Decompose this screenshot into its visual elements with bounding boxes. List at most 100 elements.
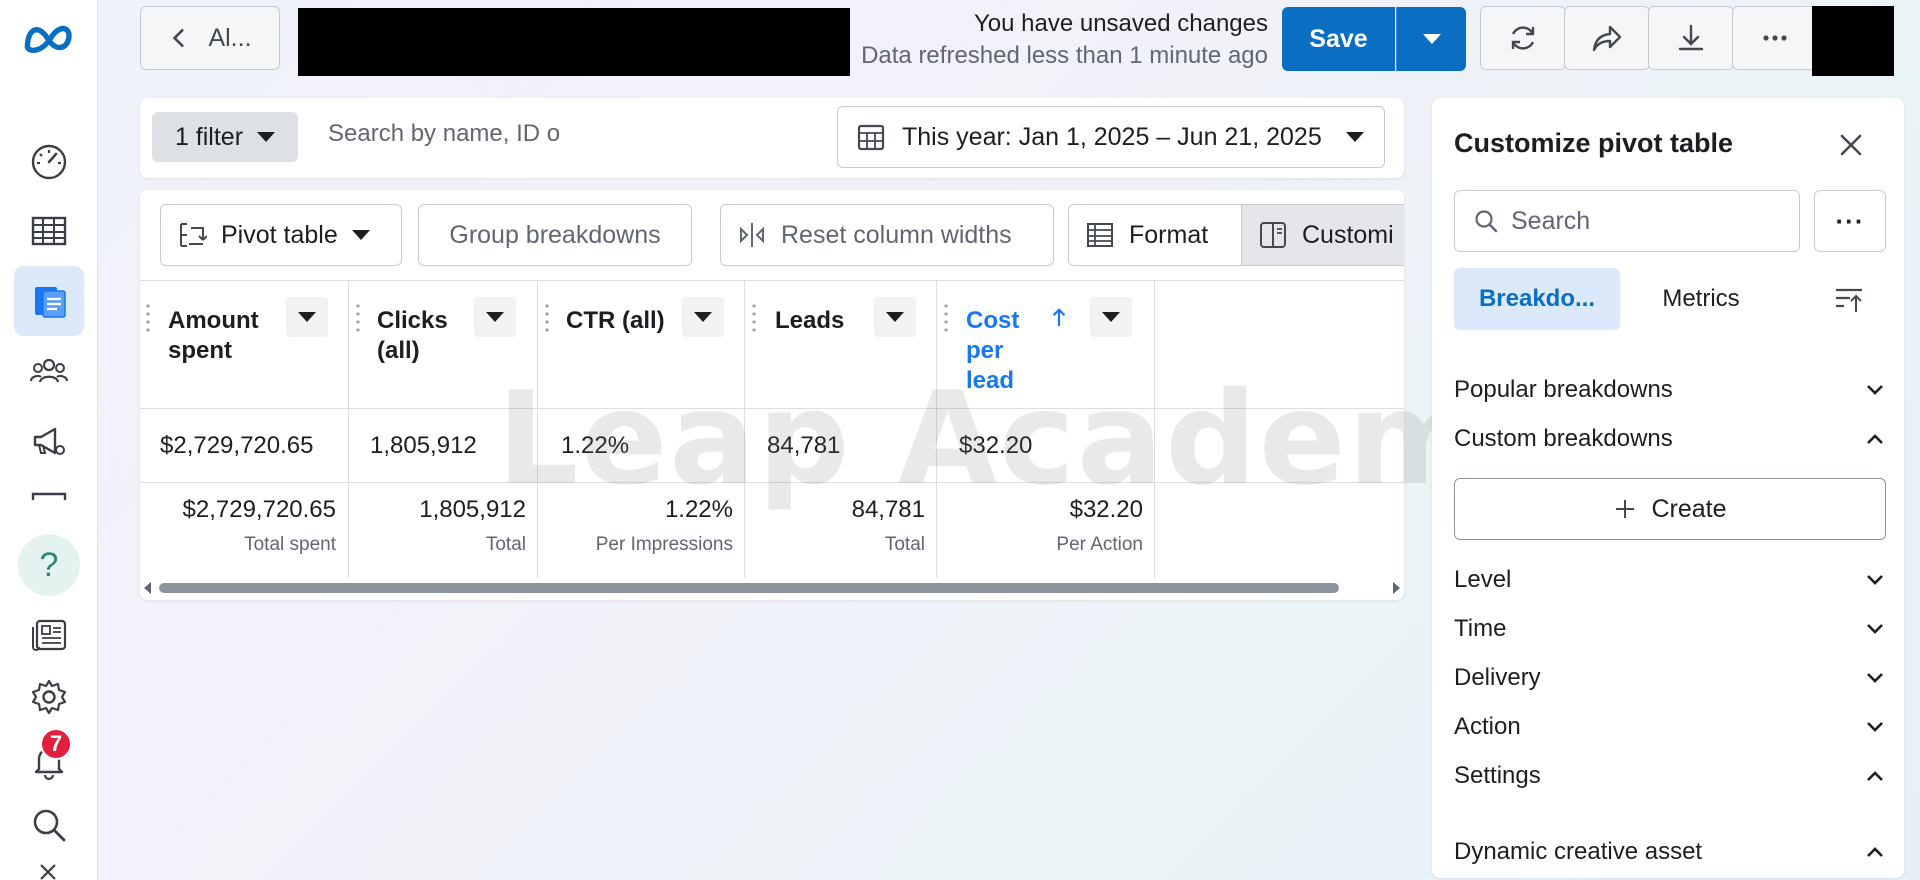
- nav-settings[interactable]: [14, 662, 84, 732]
- nav-search[interactable]: [14, 790, 84, 860]
- collapse-icon[interactable]: [38, 862, 58, 880]
- data-refreshed-text: Data refreshed less than 1 minute ago: [861, 42, 1268, 69]
- drag-handle-icon[interactable]: [545, 302, 549, 336]
- column-header-ctr[interactable]: CTR (all): [566, 306, 686, 336]
- section-delivery[interactable]: Delivery: [1454, 658, 1886, 698]
- section-action[interactable]: Action: [1454, 707, 1886, 747]
- section-time[interactable]: Time: [1454, 609, 1886, 649]
- nav-campaigns[interactable]: [14, 406, 84, 476]
- tab-metrics[interactable]: Metrics: [1632, 268, 1770, 330]
- sort-ascending-icon[interactable]: [1050, 306, 1068, 333]
- total-clicks: 1,805,912: [419, 496, 526, 523]
- chevron-down-icon: [1867, 673, 1883, 683]
- search-input[interactable]: Search by name, ID o: [328, 120, 560, 148]
- section-popular-breakdowns[interactable]: Popular breakdowns: [1454, 370, 1886, 410]
- create-label: Create: [1651, 494, 1727, 523]
- chevron-down-icon: [1867, 385, 1883, 395]
- pivot-icon: [180, 223, 207, 247]
- section-settings[interactable]: Settings: [1454, 756, 1886, 796]
- chevron-down-icon: [1867, 624, 1883, 634]
- reset-column-widths-button[interactable]: Reset column widths: [720, 204, 1054, 266]
- save-options-button[interactable]: [1396, 7, 1466, 71]
- nav-table[interactable]: [14, 196, 84, 266]
- group-breakdowns-button[interactable]: Group breakdowns: [418, 204, 692, 266]
- section-label: Delivery: [1454, 664, 1541, 691]
- drag-handle-icon[interactable]: [944, 302, 948, 336]
- nav-news[interactable]: [14, 600, 84, 670]
- section-dynamic-creative-asset[interactable]: Dynamic creative asset: [1454, 832, 1886, 872]
- campaign-icon: [33, 427, 65, 455]
- date-range-button[interactable]: This year: Jan 1, 2025 – Jun 21, 2025: [837, 106, 1385, 168]
- meta-logo-icon: [24, 25, 72, 54]
- column-menu-button[interactable]: [874, 297, 916, 337]
- horizontal-scrollbar[interactable]: [140, 580, 1404, 596]
- section-level[interactable]: Level: [1454, 560, 1886, 600]
- pivot-table-label: Pivot table: [221, 220, 338, 249]
- customize-button[interactable]: Customi: [1241, 204, 1404, 266]
- drag-handle-icon[interactable]: [752, 302, 756, 336]
- filter-bar: 1 filter Search by name, ID o This year:…: [140, 98, 1404, 178]
- audiences-icon: [29, 358, 69, 383]
- more-button[interactable]: [1732, 6, 1818, 70]
- caret-down-icon: [351, 230, 370, 240]
- redacted-area-right: [1812, 6, 1894, 76]
- panel-search-input[interactable]: Search: [1454, 190, 1800, 252]
- total-leads: 84,781: [851, 496, 925, 523]
- column-menu-button[interactable]: [1090, 297, 1132, 337]
- scroll-right-icon[interactable]: [1393, 582, 1400, 594]
- nav-audiences[interactable]: [14, 336, 84, 406]
- close-icon[interactable]: [1834, 128, 1868, 162]
- save-button[interactable]: Save: [1282, 7, 1395, 71]
- tab-breakdowns[interactable]: Breakdo...: [1454, 268, 1620, 330]
- nav-help[interactable]: ?: [14, 530, 84, 600]
- column-header-amount-spent[interactable]: Amount spent: [168, 306, 278, 366]
- customize-label: Customi: [1302, 220, 1394, 249]
- search-icon: [33, 809, 66, 842]
- save-status: You have unsaved changes Data refreshed …: [861, 8, 1268, 72]
- download-button[interactable]: [1648, 6, 1734, 70]
- caret-down-icon: [486, 312, 504, 322]
- table-icon: [31, 216, 67, 246]
- nav-notifications[interactable]: 7: [14, 726, 84, 796]
- create-breakdown-button[interactable]: Create: [1454, 478, 1886, 540]
- total-amount-spent: $2,729,720.65: [182, 496, 336, 523]
- section-label: Popular breakdowns: [1454, 376, 1673, 403]
- column-menu-button[interactable]: [474, 297, 516, 337]
- filter-chip[interactable]: 1 filter: [152, 112, 298, 162]
- pivot-table-button[interactable]: Pivot table: [160, 204, 402, 266]
- panel-title: Customize pivot table: [1454, 128, 1734, 158]
- caret-down-icon: [1102, 312, 1120, 322]
- section-label: Level: [1454, 566, 1512, 593]
- divider-icon: [31, 492, 67, 500]
- caret-down-icon: [694, 312, 712, 322]
- scrollbar-thumb[interactable]: [159, 583, 1339, 593]
- column-menu-button[interactable]: [682, 297, 724, 337]
- column-header-clicks[interactable]: Clicks (all): [377, 306, 467, 366]
- left-nav-rail: ? 7: [0, 0, 98, 880]
- chevron-left-icon: [173, 28, 185, 48]
- refresh-button[interactable]: [1480, 6, 1566, 70]
- cell-ctr: 1.22%: [561, 432, 630, 459]
- nav-reports[interactable]: [14, 266, 84, 336]
- drag-handle-icon[interactable]: [356, 302, 360, 336]
- panel-more-button[interactable]: ···: [1814, 190, 1886, 252]
- share-button[interactable]: [1564, 6, 1650, 70]
- column-header-cost-per-lead[interactable]: Cost per lead: [966, 306, 1028, 396]
- news-icon: [32, 619, 67, 651]
- download-icon: [1678, 24, 1704, 51]
- cell-amount-spent: $2,729,720.65: [160, 432, 314, 459]
- column-menu-button[interactable]: [286, 297, 328, 337]
- total-ctr: 1.22%: [664, 496, 733, 523]
- scroll-left-icon[interactable]: [144, 582, 151, 594]
- total-cost-per-lead-label: Per Action: [1056, 534, 1143, 555]
- meta-logo[interactable]: [22, 18, 76, 58]
- section-custom-breakdowns[interactable]: Custom breakdowns: [1454, 419, 1886, 459]
- column-header-leads[interactable]: Leads: [775, 306, 875, 336]
- nav-dashboard[interactable]: [14, 126, 84, 196]
- drag-handle-icon[interactable]: [146, 302, 150, 336]
- cell-clicks: 1,805,912: [370, 432, 477, 459]
- sort-list-icon[interactable]: [1834, 286, 1864, 314]
- format-button[interactable]: Format: [1068, 204, 1242, 266]
- back-button[interactable]: Al...: [140, 6, 280, 70]
- caret-down-icon: [886, 312, 904, 322]
